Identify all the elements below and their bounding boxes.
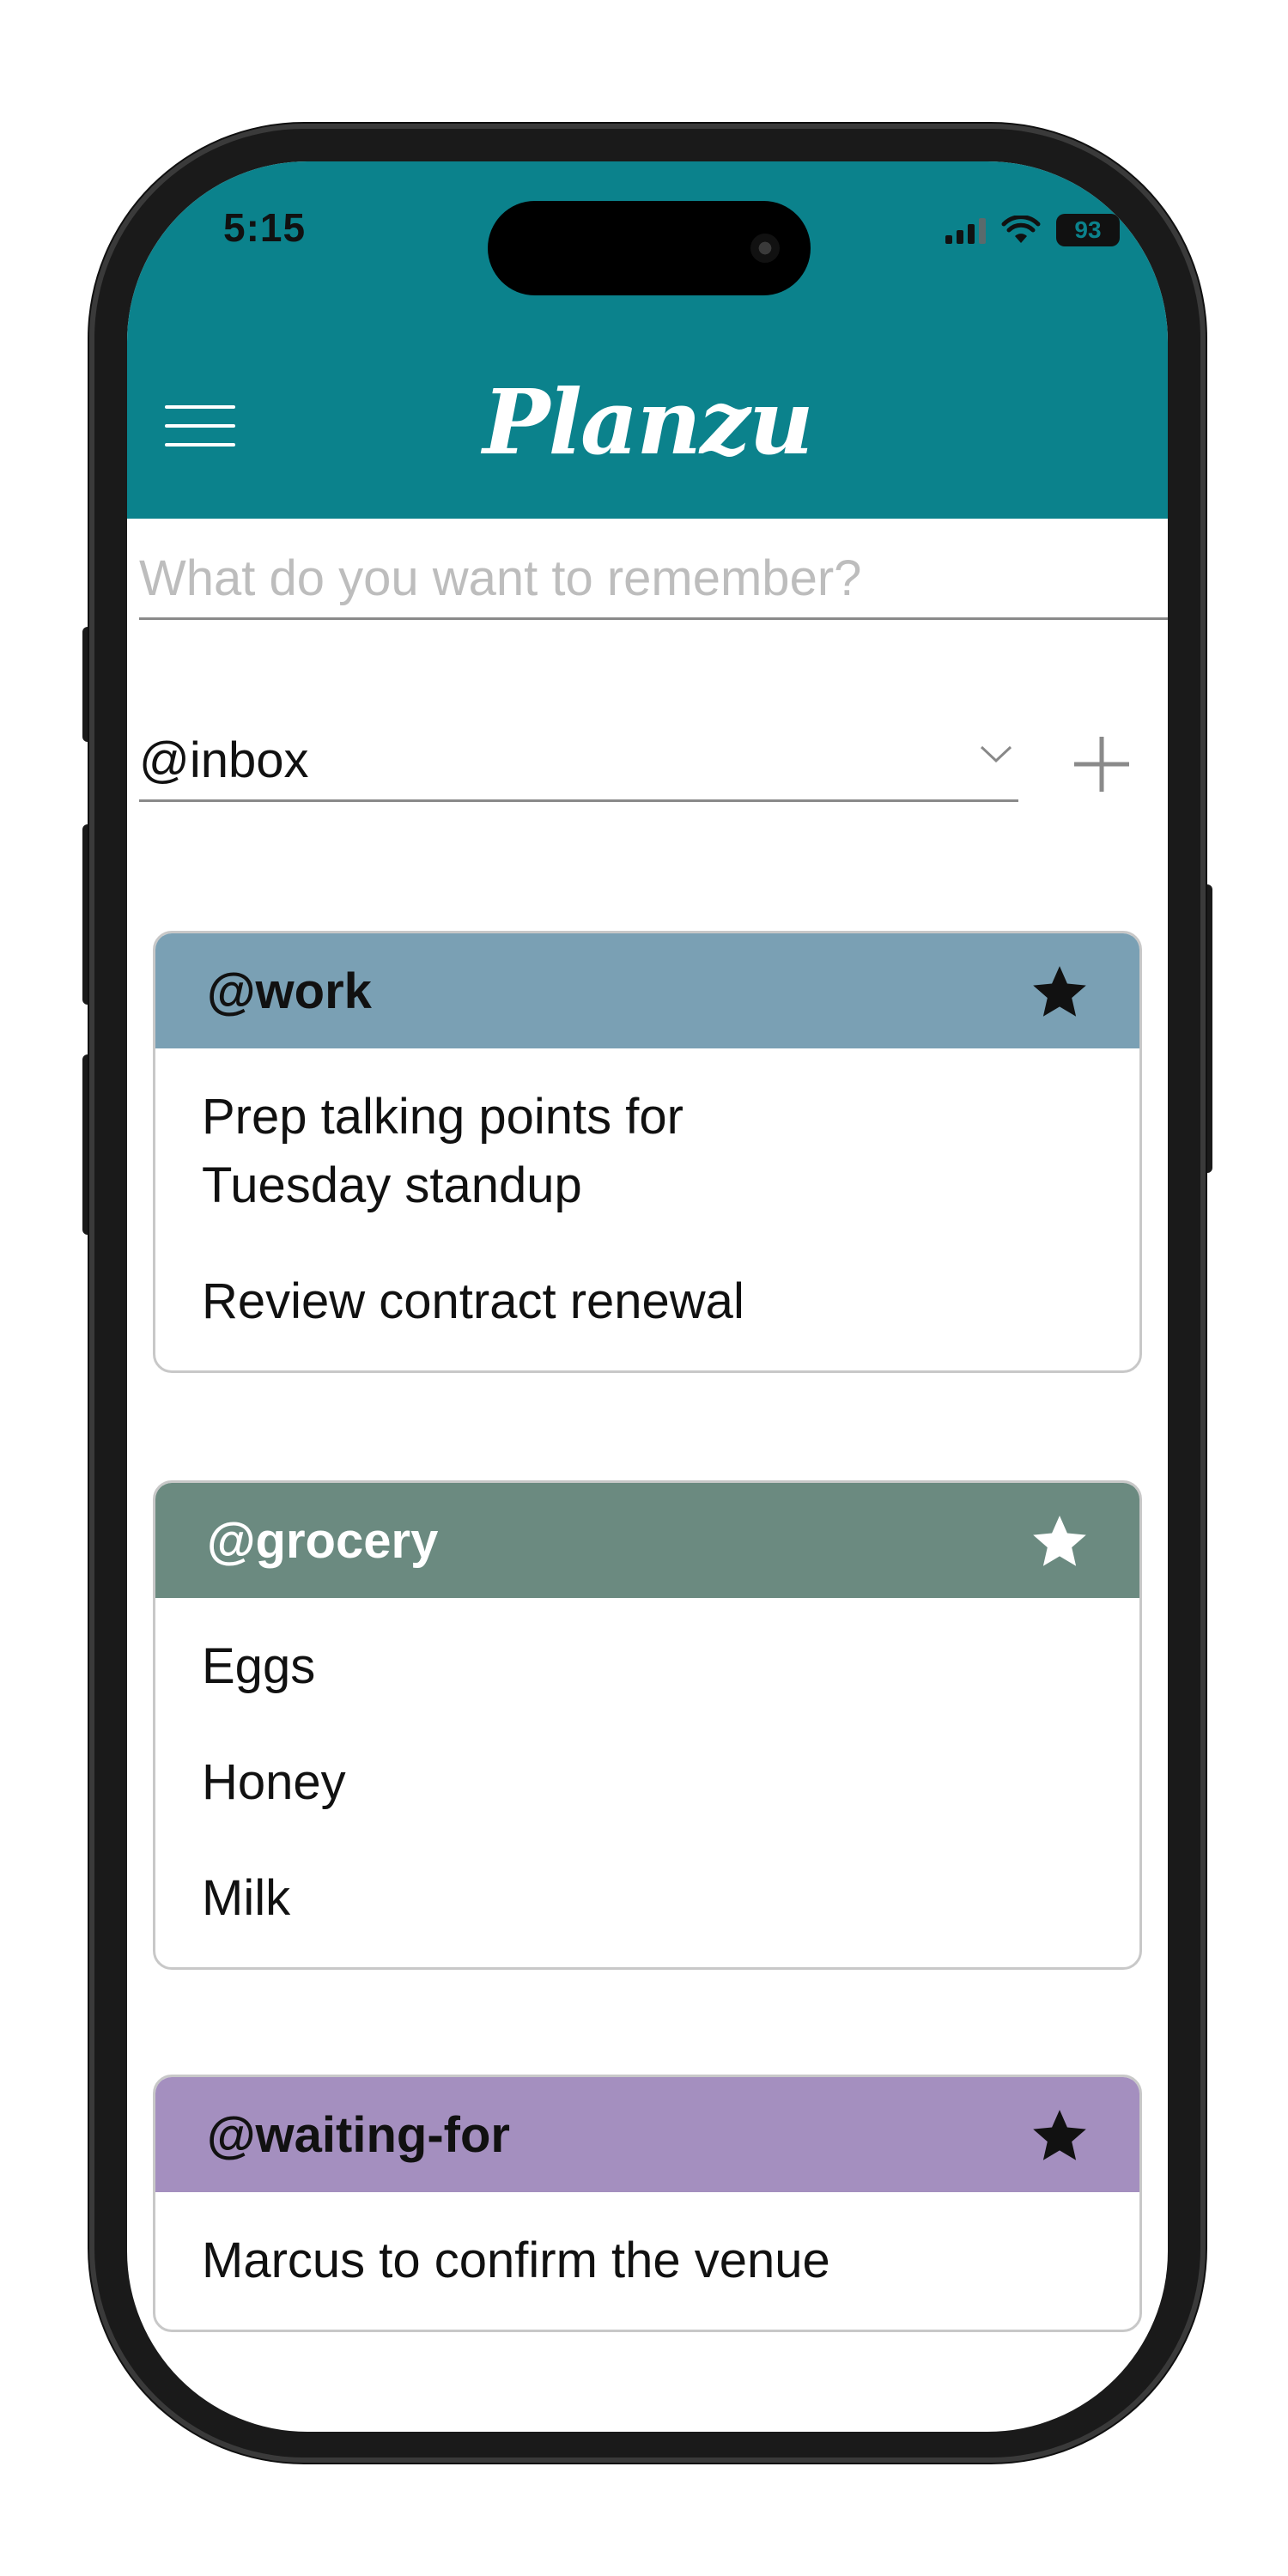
status-indicators: 93: [945, 213, 1120, 247]
status-time: 5:15: [223, 205, 307, 250]
battery-icon: 93: [1056, 214, 1120, 246]
card-title: @grocery: [207, 1512, 439, 1569]
plus-icon: [1074, 737, 1129, 792]
star-icon[interactable]: [1028, 2105, 1091, 2168]
note-input[interactable]: [139, 539, 1168, 620]
context-select-value: @inbox: [139, 732, 309, 788]
context-select[interactable]: @inbox: [139, 720, 1018, 802]
list-item[interactable]: Milk: [202, 1864, 820, 1933]
card-title: @waiting-for: [207, 2106, 510, 2163]
context-card-grocery: @grocery Eggs Honey Milk: [153, 1480, 1142, 1970]
card-items: Eggs Honey Milk: [155, 1598, 1139, 1967]
camera-icon: [750, 234, 780, 263]
card-header[interactable]: @waiting-for: [155, 2077, 1139, 2192]
chevron-down-icon: [980, 745, 1012, 763]
context-card-work: @work Prep talking points for Tuesday st…: [153, 931, 1142, 1373]
stage: 5:15 93 Planzu What do you want to remem…: [0, 0, 1288, 2576]
app-header: 5:15 93 Planzu: [127, 161, 1168, 519]
battery-level: 93: [1074, 216, 1102, 243]
star-icon[interactable]: [1028, 1510, 1091, 1574]
cellular-signal-icon: [945, 216, 986, 244]
app-screen: 5:15 93 Planzu What do you want to remem…: [127, 161, 1168, 2432]
card-header[interactable]: @grocery: [155, 1483, 1139, 1598]
list-item[interactable]: Review contract renewal: [202, 1267, 820, 1336]
card-items: Prep talking points for Tuesday standup …: [155, 1048, 1139, 1370]
star-icon[interactable]: [1028, 961, 1091, 1024]
card-items: Marcus to confirm the venue: [155, 2192, 1139, 2330]
list-item[interactable]: Marcus to confirm the venue: [202, 2227, 1060, 2295]
card-title: @work: [207, 963, 372, 1019]
context-card-waiting-for: @waiting-for Marcus to confirm the venue: [153, 2075, 1142, 2332]
wifi-icon: [1001, 216, 1041, 243]
list-item[interactable]: Honey: [202, 1748, 820, 1817]
list-item[interactable]: Prep talking points for Tuesday standup: [202, 1083, 820, 1220]
app-title: Planzu: [483, 369, 813, 475]
add-button[interactable]: [1054, 720, 1149, 814]
card-header[interactable]: @work: [155, 933, 1139, 1048]
list-item[interactable]: Eggs: [202, 1632, 820, 1701]
dynamic-island: [488, 201, 811, 295]
